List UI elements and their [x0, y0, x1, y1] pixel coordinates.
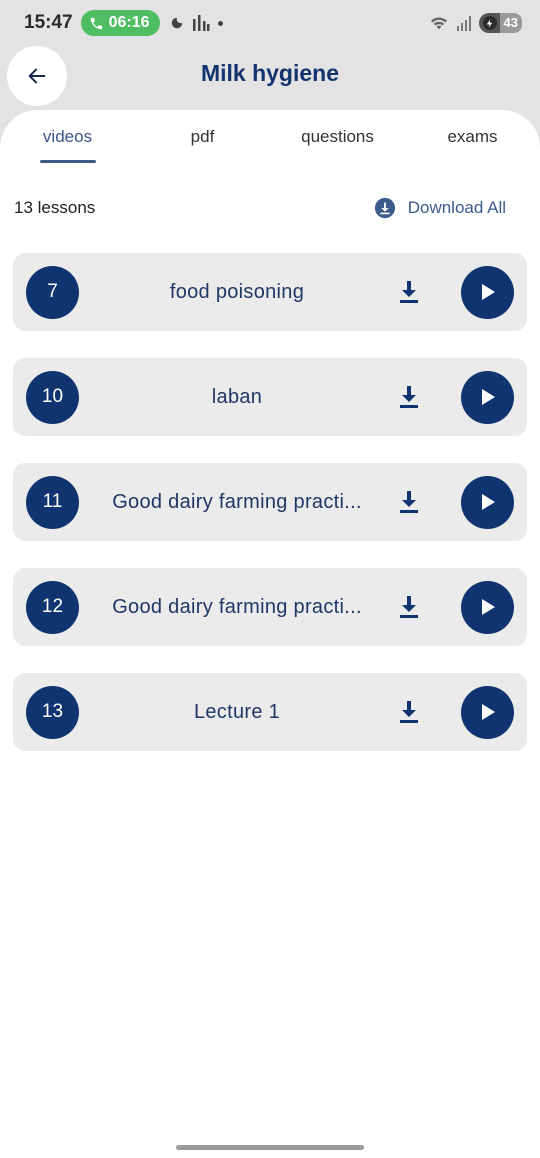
- tab-label: videos: [42, 127, 93, 146]
- tab-bar: videos pdf questions exams: [0, 110, 540, 166]
- lesson-item[interactable]: 7 food poisoning: [13, 253, 527, 331]
- lesson-number-badge: 12: [26, 580, 79, 634]
- notification-icons: [170, 15, 223, 31]
- lesson-download-button[interactable]: [395, 488, 423, 516]
- list-header: 13 lessons Download All: [0, 190, 540, 226]
- battery-saver-icon: [482, 16, 497, 30]
- lesson-play-button[interactable]: [461, 475, 514, 529]
- lesson-number-badge: 10: [26, 370, 79, 424]
- home-indicator[interactable]: [176, 1145, 364, 1150]
- lesson-number-badge: 7: [26, 265, 79, 319]
- lesson-download-button[interactable]: [395, 278, 423, 306]
- download-all-label: Download All: [407, 198, 506, 217]
- call-timer: 06:16: [108, 14, 150, 31]
- lesson-number-badge: 11: [26, 475, 79, 529]
- download-icon: [400, 596, 418, 618]
- lesson-download-button[interactable]: [395, 593, 423, 621]
- lesson-item[interactable]: 13 Lecture 1: [13, 673, 527, 751]
- download-icon: [400, 281, 418, 303]
- lesson-title: Good dairy farming practi...: [112, 490, 362, 513]
- tab-label: pdf: [190, 127, 215, 146]
- tab-videos[interactable]: videos: [0, 110, 135, 166]
- tab-label: exams: [447, 127, 498, 146]
- tab-questions[interactable]: questions: [270, 110, 405, 166]
- lesson-download-button[interactable]: [395, 698, 423, 726]
- status-time: 15:47: [24, 12, 73, 33]
- phone-icon: [90, 17, 102, 29]
- tab-exams[interactable]: exams: [405, 110, 540, 166]
- signal-icon: [456, 16, 471, 31]
- play-icon: [481, 494, 495, 510]
- lesson-play-button[interactable]: [461, 685, 514, 739]
- lesson-title: laban: [211, 385, 263, 408]
- lesson-item[interactable]: 12 Good dairy farming practi...: [13, 568, 527, 646]
- battery-indicator: 43: [478, 13, 522, 33]
- page-title: Milk hygiene: [200, 60, 340, 86]
- play-icon: [481, 704, 495, 720]
- play-icon: [481, 284, 495, 300]
- download-all-button[interactable]: Download All: [374, 197, 506, 219]
- download-icon: [400, 386, 418, 408]
- lesson-play-button[interactable]: [461, 370, 514, 424]
- active-tab-indicator: [39, 160, 96, 163]
- download-icon: [400, 491, 418, 513]
- lesson-title: Lecture 1: [193, 700, 281, 723]
- lesson-item[interactable]: 10 laban: [13, 358, 527, 436]
- tab-pdf[interactable]: pdf: [135, 110, 270, 166]
- play-icon: [481, 599, 495, 615]
- system-status-icons: 43: [429, 13, 522, 33]
- tab-label: questions: [301, 127, 374, 146]
- lesson-title: Good dairy farming practi...: [112, 595, 362, 618]
- download-icon: [400, 701, 418, 723]
- download-circle-icon: [374, 197, 395, 219]
- lesson-play-button[interactable]: [461, 580, 514, 634]
- lesson-download-button[interactable]: [395, 383, 423, 411]
- lesson-play-button[interactable]: [461, 265, 514, 319]
- status-bar: 15:47 06:16 43: [0, 0, 540, 46]
- wifi-icon: [430, 17, 447, 30]
- lesson-number-badge: 13: [26, 685, 79, 739]
- battery-level: 43: [499, 13, 522, 33]
- moon-icon: [171, 17, 182, 29]
- equalizer-icon: [192, 15, 210, 31]
- ongoing-call-pill[interactable]: 06:16: [80, 10, 160, 36]
- lesson-list: 7 food poisoning 10 laban 11 Good dairy …: [13, 253, 527, 778]
- content-sheet: videos pdf questions exams 13 lessons Do…: [0, 110, 540, 1158]
- lesson-title: food poisoning: [169, 280, 305, 303]
- lesson-item[interactable]: 11 Good dairy farming practi...: [13, 463, 527, 541]
- dot-icon: [217, 20, 223, 26]
- play-icon: [481, 389, 495, 405]
- app-header: Milk hygiene: [0, 46, 540, 112]
- lesson-count: 13 lessons: [14, 198, 96, 217]
